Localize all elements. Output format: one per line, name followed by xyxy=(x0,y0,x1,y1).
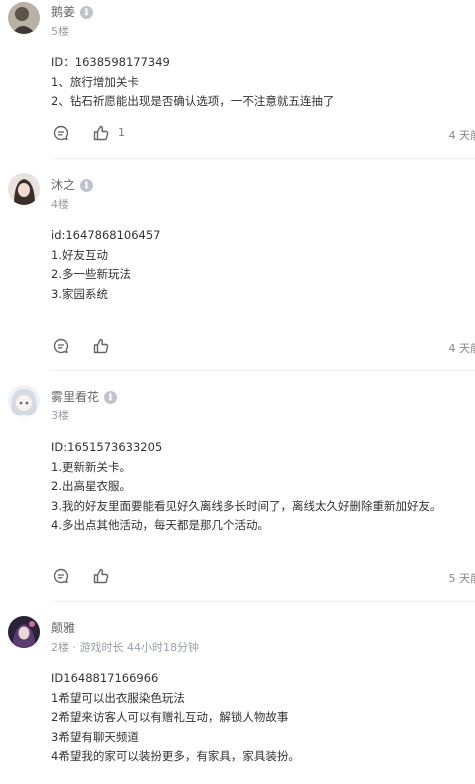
comment-line: id:1647868106457 xyxy=(51,228,161,242)
divider xyxy=(51,158,475,159)
username[interactable]: 颠雅 xyxy=(51,620,75,636)
verified-badge-icon: ℹ xyxy=(104,391,118,404)
thumbs-up-icon[interactable] xyxy=(92,337,110,355)
comment-bubble-icon[interactable] xyxy=(52,124,70,142)
avatar[interactable] xyxy=(8,173,40,205)
divider xyxy=(51,601,475,602)
thumbs-up-icon[interactable] xyxy=(92,124,110,142)
username[interactable]: 沐之 ℹ xyxy=(51,177,94,193)
timestamp: 4 天前 xyxy=(448,129,475,142)
floor-label: 3楼 xyxy=(51,409,69,422)
comment-line: 1、旅行增加关卡 xyxy=(51,74,139,89)
comment-line: 4希望我的家可以装扮更多，有家具，家具装扮。 xyxy=(51,749,300,763)
post-actions: 5 天前 xyxy=(52,567,475,587)
floor-label: 5楼 xyxy=(51,25,69,38)
comment-line: ID：1638598177349 xyxy=(51,55,170,69)
comment-line: 1希望可以出衣服染色玩法 xyxy=(51,690,185,705)
username[interactable]: 雾里看花 ℹ xyxy=(51,389,118,405)
verified-badge-icon: ℹ xyxy=(80,179,94,192)
thumbs-up-icon[interactable] xyxy=(92,567,110,585)
comment-line: 3.家园系统 xyxy=(51,286,108,301)
comment-line: 1.好友互动 xyxy=(51,247,108,262)
post-actions: 1 4 天前 xyxy=(52,124,475,144)
comment-line: 2.出高星衣服。 xyxy=(51,479,131,493)
comment-line: ID1648817166966 xyxy=(51,671,159,685)
verified-badge-icon: ℹ xyxy=(80,6,94,19)
avatar[interactable] xyxy=(8,385,40,417)
comment-text: ID1648817166966 1希望可以出衣服染色玩法 2希望来访客人可以有赠… xyxy=(51,669,300,767)
comment-text: ID:1651573633205 1.更新新关卡。 2.出高星衣服。 3.我的好… xyxy=(51,438,441,536)
like-count: 1 xyxy=(118,126,125,139)
comment-line: ID:1651573633205 xyxy=(51,440,163,454)
floor-label: 2楼 · 游戏时长 44小时18分钟 xyxy=(51,641,199,654)
comment-text: id:1647868106457 1.好友互动 2.多一些新玩法 3.家园系统 xyxy=(51,226,161,304)
comment-line: 4.多出点其他活动，每天都是那几个活动。 xyxy=(51,518,269,532)
comment-text: ID：1638598177349 1、旅行增加关卡 2、钻石祈愿能出现是否确认选… xyxy=(51,53,334,112)
avatar[interactable] xyxy=(8,616,40,648)
username[interactable]: 鹅姜 ℹ xyxy=(51,4,94,20)
post-actions: 4 天前 xyxy=(52,337,475,357)
floor-label: 4楼 xyxy=(51,198,69,211)
comment-line: 3希望有聊天频道 xyxy=(51,729,139,744)
comment-line: 2希望来访客人可以有赠礼互动，解锁人物故事 xyxy=(51,710,289,724)
timestamp: 4 天前 xyxy=(448,342,475,355)
comment-bubble-icon[interactable] xyxy=(52,337,70,355)
comment-line: 1.更新新关卡。 xyxy=(51,459,131,474)
divider xyxy=(51,370,475,371)
comment-line: 2.多一些新玩法 xyxy=(51,267,131,281)
comment-bubble-icon[interactable] xyxy=(52,567,70,585)
comment-line: 3.我的好友里面要能看见好久离线多长时间了，离线太久好删除重新加好友。 xyxy=(51,498,442,513)
timestamp: 5 天前 xyxy=(448,572,475,585)
comment-line: 2、钻石祈愿能出现是否确认选项，一不注意就五连抽了 xyxy=(51,94,335,108)
avatar[interactable] xyxy=(8,2,40,34)
